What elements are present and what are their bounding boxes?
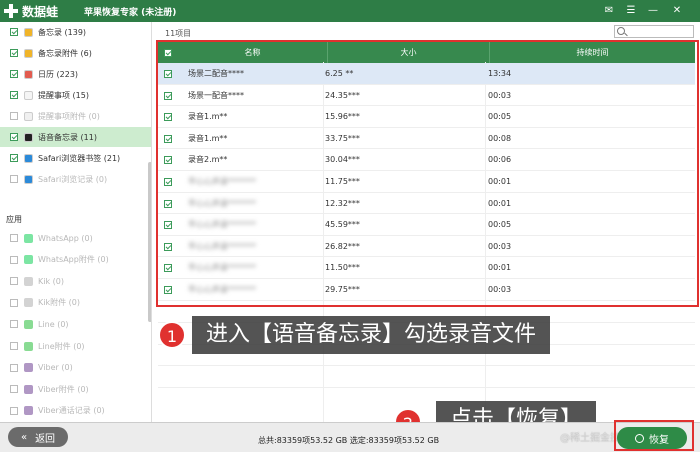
sidebar-item[interactable]: Safari浏览器书签 (21) [0, 148, 151, 168]
menu-icon[interactable]: ☰ [624, 3, 638, 19]
category-icon [24, 174, 33, 184]
sidebar-item-checkbox[interactable] [10, 298, 18, 307]
sidebar-item-label: 提醒事项附件 (0) [38, 111, 100, 121]
empty-row-line [158, 386, 695, 388]
sidebar-app-item[interactable]: Viber通话记录 (0) [0, 401, 151, 421]
category-icon [24, 27, 33, 37]
sidebar-item-label: 日历 (223) [38, 69, 79, 79]
category-icon [24, 132, 33, 142]
sidebar-item[interactable]: 提醒事项 (15) [0, 85, 151, 105]
sidebar-item-label: Viber (0) [38, 363, 73, 373]
app-icon [24, 406, 33, 416]
category-icon [24, 111, 33, 121]
sidebar-app-item[interactable]: Line附件 (0) [0, 336, 151, 356]
sidebar-item-label: Safari浏览器书签 (21) [38, 153, 121, 163]
sidebar-app-item[interactable]: Kik附件 (0) [0, 293, 151, 313]
section-label-apps: 应用 [6, 215, 22, 224]
sidebar-item-label: Kik附件 (0) [38, 298, 80, 308]
sidebar-item-checkbox[interactable] [10, 112, 18, 120]
back-button-label: 返回 [35, 433, 56, 445]
sidebar-item-label: Viber通话记录 (0) [38, 406, 105, 416]
search-icon [617, 27, 625, 35]
back-button[interactable]: « 返回 [8, 427, 68, 447]
app-icon [24, 341, 33, 351]
sidebar-item[interactable]: 语音备忘录 (11) [0, 127, 151, 147]
footer-bar: « 返回 总共:83359项53.52 GB 选定:83359项53.52 GB… [0, 422, 700, 452]
callout-step1: 进入【语音备忘录】勾选录音文件 [192, 316, 551, 354]
sidebar-scrollbar[interactable] [148, 162, 151, 322]
item-count: 11项目 [165, 29, 192, 38]
sidebar-item-checkbox[interactable] [10, 28, 18, 36]
sidebar-app-item[interactable]: Kik (0) [0, 271, 151, 291]
app-icon [24, 298, 33, 308]
highlight-box-restore [614, 420, 694, 451]
app-icon [24, 276, 33, 286]
sidebar-app-item[interactable]: Viber (0) [0, 358, 151, 378]
sidebar-item-label: Line附件 (0) [38, 341, 85, 351]
app-icon [24, 319, 33, 329]
sidebar-item[interactable]: Safari浏览记录 (0) [0, 169, 151, 189]
sidebar-app-item[interactable]: Viber附件 (0) [0, 379, 151, 399]
sidebar-item-checkbox[interactable] [10, 255, 18, 264]
sidebar-item-label: 语音备忘录 (11) [38, 132, 97, 142]
title-bar: 数据蛙 苹果恢复专家 (未注册) ✉ ☰ — ✕ [0, 0, 700, 22]
sidebar-item-checkbox[interactable] [10, 154, 18, 162]
highlight-box-table [156, 40, 699, 307]
app-icon [24, 233, 33, 243]
window-title: 苹果恢复专家 (未注册) [84, 8, 177, 18]
sidebar-item-checkbox[interactable] [10, 91, 18, 99]
sidebar-item-label: Viber附件 (0) [38, 384, 89, 394]
sidebar-item[interactable]: 备忘录 (139) [0, 22, 151, 42]
brand-name: 数据蛙 [22, 4, 59, 19]
category-icon [24, 153, 33, 163]
search-input[interactable] [614, 25, 694, 38]
sidebar-item-checkbox[interactable] [10, 70, 18, 78]
sidebar-item-checkbox[interactable] [10, 385, 18, 394]
sidebar-item-checkbox[interactable] [10, 363, 18, 372]
sidebar-item-label: 备忘录 (139) [38, 27, 87, 37]
sidebar-item-checkbox[interactable] [10, 234, 18, 242]
app-icon [24, 363, 33, 373]
sidebar-item-checkbox[interactable] [10, 49, 18, 57]
app-icon [24, 255, 33, 265]
logo-plus-icon [4, 4, 18, 18]
step1-badge: 1 [158, 321, 186, 349]
status-summary: 总共:83359项53.52 GB 选定:83359项53.52 GB [258, 436, 440, 445]
app-icon [24, 384, 33, 394]
category-icon [24, 90, 33, 100]
sidebar-item-checkbox[interactable] [10, 406, 18, 415]
sidebar-app-item[interactable]: Line (0) [0, 314, 151, 334]
app-logo: 数据蛙 [4, 3, 58, 19]
sidebar-item-label: Safari浏览记录 (0) [38, 174, 108, 184]
sidebar-item-label: Line (0) [38, 319, 69, 329]
close-icon[interactable]: ✕ [670, 3, 684, 19]
sidebar-item-label: Kik (0) [38, 276, 64, 286]
category-icon [24, 48, 33, 58]
sidebar-item-checkbox[interactable] [10, 133, 18, 141]
sidebar-app-item[interactable]: WhatsApp (0) [0, 228, 151, 248]
sidebar-item-label: 提醒事项 (15) [38, 90, 89, 100]
sidebar: 备忘录 (139) 备忘录附件 (6) 日历 (223) 提醒事项 (15) 提醒事项附… [0, 22, 152, 422]
sidebar-item-checkbox[interactable] [10, 320, 18, 329]
empty-row-line [158, 365, 695, 367]
sidebar-item-checkbox[interactable] [10, 175, 18, 183]
sidebar-item-label: WhatsApp (0) [38, 233, 93, 243]
sidebar-item[interactable]: 提醒事项附件 (0) [0, 106, 151, 126]
sidebar-item[interactable]: 日历 (223) [0, 64, 151, 84]
sidebar-item-label: WhatsApp附件 (0) [38, 255, 109, 265]
double-chevron-left-icon: « [20, 431, 28, 443]
sidebar-item-checkbox[interactable] [10, 277, 18, 286]
sidebar-app-item[interactable]: WhatsApp附件 (0) [0, 250, 151, 270]
sidebar-item[interactable]: 备忘录附件 (6) [0, 43, 151, 63]
feedback-icon[interactable]: ✉ [602, 3, 616, 19]
sidebar-item-checkbox[interactable] [10, 342, 18, 350]
sidebar-item-label: 备忘录附件 (6) [38, 48, 92, 58]
category-icon [24, 69, 33, 79]
minimize-icon[interactable]: — [646, 3, 660, 19]
